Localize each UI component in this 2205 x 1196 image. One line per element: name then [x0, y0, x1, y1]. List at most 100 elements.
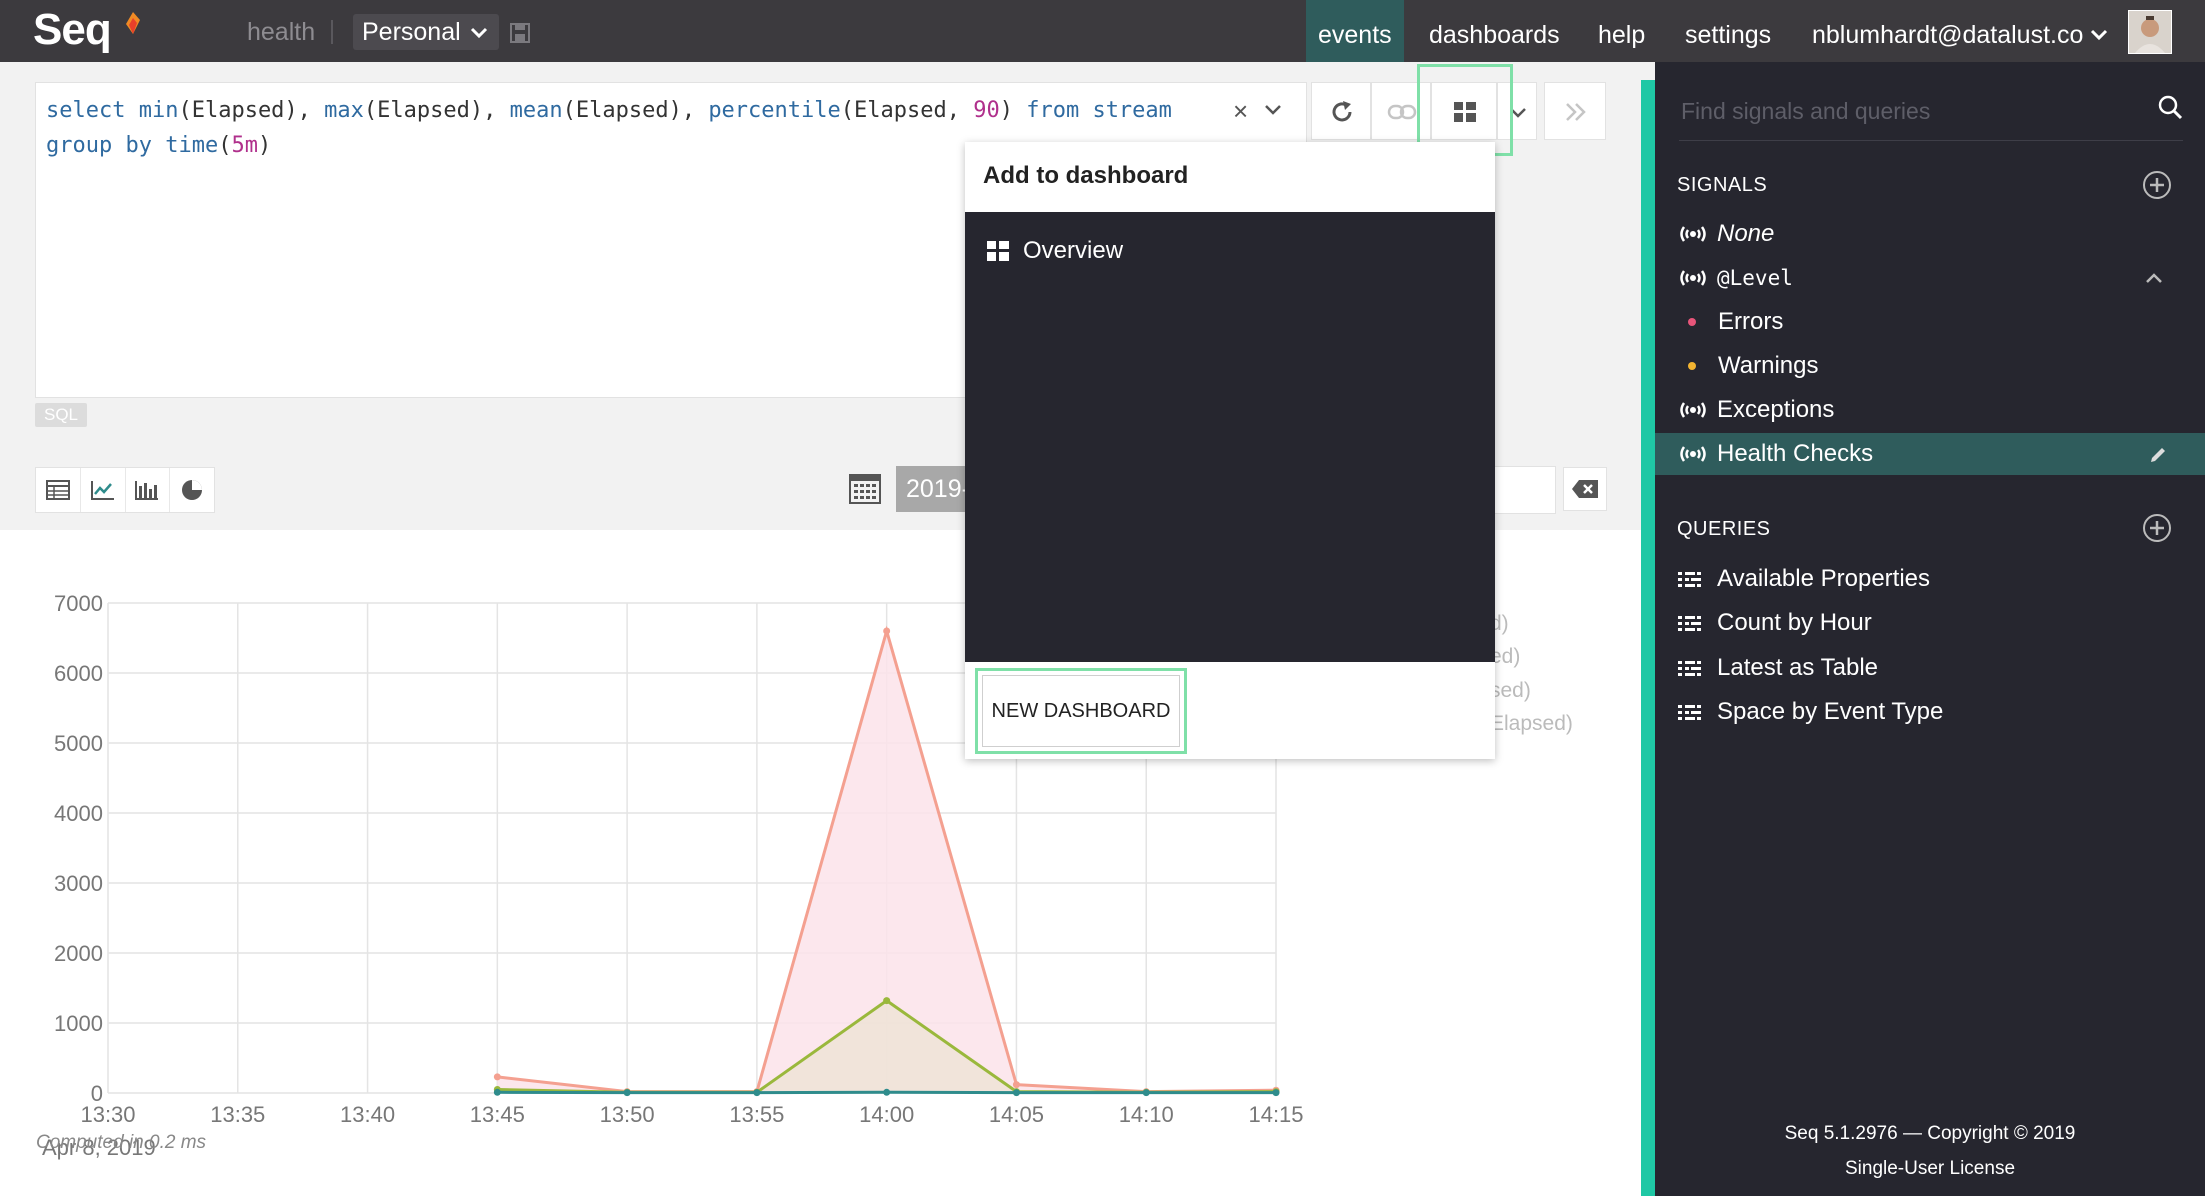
- workspace-select[interactable]: Personal: [353, 14, 499, 50]
- bar-chart-icon: [135, 481, 159, 500]
- date-range-input[interactable]: 2019-: [896, 466, 966, 512]
- clear-query-icon[interactable]: ×: [1233, 96, 1248, 127]
- sql-badge: SQL: [35, 403, 88, 427]
- legend-item[interactable]: Elapsed): [1490, 712, 1573, 736]
- date-range-input-end[interactable]: [1491, 466, 1556, 514]
- dashboard-list: Overview: [965, 212, 1495, 662]
- data-point: [1272, 1089, 1280, 1097]
- top-bar: Seq health Personal events dashboards he…: [0, 0, 2205, 62]
- nav-settings[interactable]: settings: [1673, 0, 1783, 62]
- signal-label: Warnings: [1718, 352, 1819, 379]
- signal-label: Errors: [1718, 308, 1784, 335]
- query-count-by-hour[interactable]: Count by Hour: [1655, 602, 2205, 644]
- x-tick-label: 13:30: [80, 1102, 135, 1127]
- nav-dashboards[interactable]: dashboards: [1417, 0, 1572, 62]
- search-icon[interactable]: [2157, 94, 2183, 120]
- search-input[interactable]: [1679, 92, 2123, 130]
- sidebar-search: [1679, 82, 2183, 141]
- y-tick-label: 1000: [54, 1011, 103, 1036]
- y-tick-label: 5000: [54, 731, 103, 756]
- computed-time: Computed in 0.2 ms: [36, 1132, 207, 1153]
- x-tick-label: 13:55: [729, 1102, 784, 1127]
- seq-flame-icon: [126, 12, 140, 34]
- line-chart-icon: [90, 481, 114, 500]
- license-info: Single-User License: [1844, 1158, 2016, 1179]
- nav-events[interactable]: events: [1306, 0, 1404, 62]
- dropdown-title: Add to dashboard: [983, 162, 1189, 189]
- bar-chart-button[interactable]: [126, 468, 171, 512]
- workspace-divider: [331, 20, 333, 44]
- y-tick-label: 7000: [54, 591, 103, 616]
- calendar-icon[interactable]: [849, 474, 881, 504]
- nav-help[interactable]: help: [1586, 0, 1657, 62]
- query-available-properties[interactable]: Available Properties: [1655, 558, 2205, 600]
- sidebar: SIGNALS None @Level Errors Warnings Exce…: [1655, 62, 2205, 1196]
- workspace-label[interactable]: health: [247, 18, 315, 47]
- legend-item[interactable]: sed): [1490, 679, 1531, 703]
- new-dashboard-button[interactable]: NEW DASHBOARD: [982, 675, 1180, 747]
- signal-label: None: [1717, 220, 1775, 247]
- save-icon[interactable]: [510, 23, 530, 43]
- data-point: [1142, 1089, 1150, 1097]
- x-tick-label: 13:45: [470, 1102, 525, 1127]
- pie-chart-icon: [182, 480, 203, 500]
- signals-heading: SIGNALS: [1677, 174, 1768, 196]
- y-tick-label: 3000: [54, 871, 103, 896]
- error-dot-icon: [1688, 318, 1696, 326]
- x-tick-label: 14:10: [1119, 1102, 1174, 1127]
- queries-heading: QUERIES: [1677, 518, 1771, 540]
- signal-icon: [1677, 433, 1709, 489]
- chevron-down-icon[interactable]: [1263, 100, 1283, 120]
- signal-label: @Level: [1717, 266, 1793, 290]
- dashboard-item-label: Overview: [1023, 237, 1124, 264]
- warning-dot-icon: [1688, 362, 1696, 370]
- chevron-up-icon[interactable]: [2143, 269, 2165, 287]
- query-label: Count by Hour: [1717, 609, 1872, 636]
- signal-none[interactable]: None: [1655, 213, 2205, 255]
- add-to-dashboard-dropdown: Add to dashboard Overview NEW DASHBOARD: [965, 142, 1495, 759]
- avatar[interactable]: [2128, 10, 2172, 54]
- signal-warnings[interactable]: Warnings: [1655, 345, 2205, 387]
- chevron-down-icon[interactable]: [2088, 24, 2110, 46]
- sidebar-accent-bar: [1641, 80, 1655, 1196]
- data-point: [883, 997, 891, 1005]
- seq-logo[interactable]: Seq: [33, 5, 112, 55]
- signal-health-checks[interactable]: Health Checks: [1655, 433, 2205, 475]
- y-tick-label: 6000: [54, 661, 103, 686]
- pie-chart-button[interactable]: [170, 468, 214, 512]
- query-space-by-event-type[interactable]: Space by Event Type: [1655, 691, 2205, 733]
- edit-pencil-icon[interactable]: [2149, 446, 2167, 464]
- data-point: [493, 1088, 501, 1096]
- add-signal-icon[interactable]: [2142, 170, 2172, 200]
- series-area: [497, 1000, 1276, 1093]
- expand-sidebar-button[interactable]: [1544, 82, 1606, 140]
- data-point: [753, 1089, 761, 1097]
- data-point: [623, 1089, 631, 1097]
- query-label: Available Properties: [1717, 565, 1931, 592]
- x-tick-label: 14:05: [989, 1102, 1044, 1127]
- signal-level[interactable]: @Level: [1655, 257, 2205, 299]
- signal-errors[interactable]: Errors: [1655, 301, 2205, 343]
- data-point: [883, 627, 891, 635]
- backspace-icon: [1572, 480, 1598, 498]
- user-menu[interactable]: nblumhardt@datalust.co: [1812, 0, 2083, 62]
- signal-label: Exceptions: [1717, 396, 1835, 423]
- clear-date-button[interactable]: [1563, 467, 1607, 511]
- link-icon: [1387, 104, 1417, 120]
- line-chart-button[interactable]: [81, 468, 126, 512]
- y-tick-label: 4000: [54, 801, 103, 826]
- table-view-button[interactable]: [36, 468, 81, 512]
- add-query-icon[interactable]: [2142, 513, 2172, 543]
- data-point: [1012, 1089, 1020, 1097]
- x-tick-label: 14:00: [859, 1102, 914, 1127]
- table-icon: [45, 480, 70, 500]
- dashboard-icon: [987, 241, 1009, 261]
- query-latest-as-table[interactable]: Latest as Table: [1655, 647, 2205, 689]
- dashboard-item-overview[interactable]: Overview: [987, 237, 1123, 265]
- query-icon: [1677, 691, 1703, 747]
- data-point: [1012, 1081, 1020, 1089]
- signal-exceptions[interactable]: Exceptions: [1655, 389, 2205, 431]
- refresh-button[interactable]: [1311, 82, 1371, 140]
- data-point: [493, 1073, 501, 1081]
- x-tick-label: 13:50: [600, 1102, 655, 1127]
